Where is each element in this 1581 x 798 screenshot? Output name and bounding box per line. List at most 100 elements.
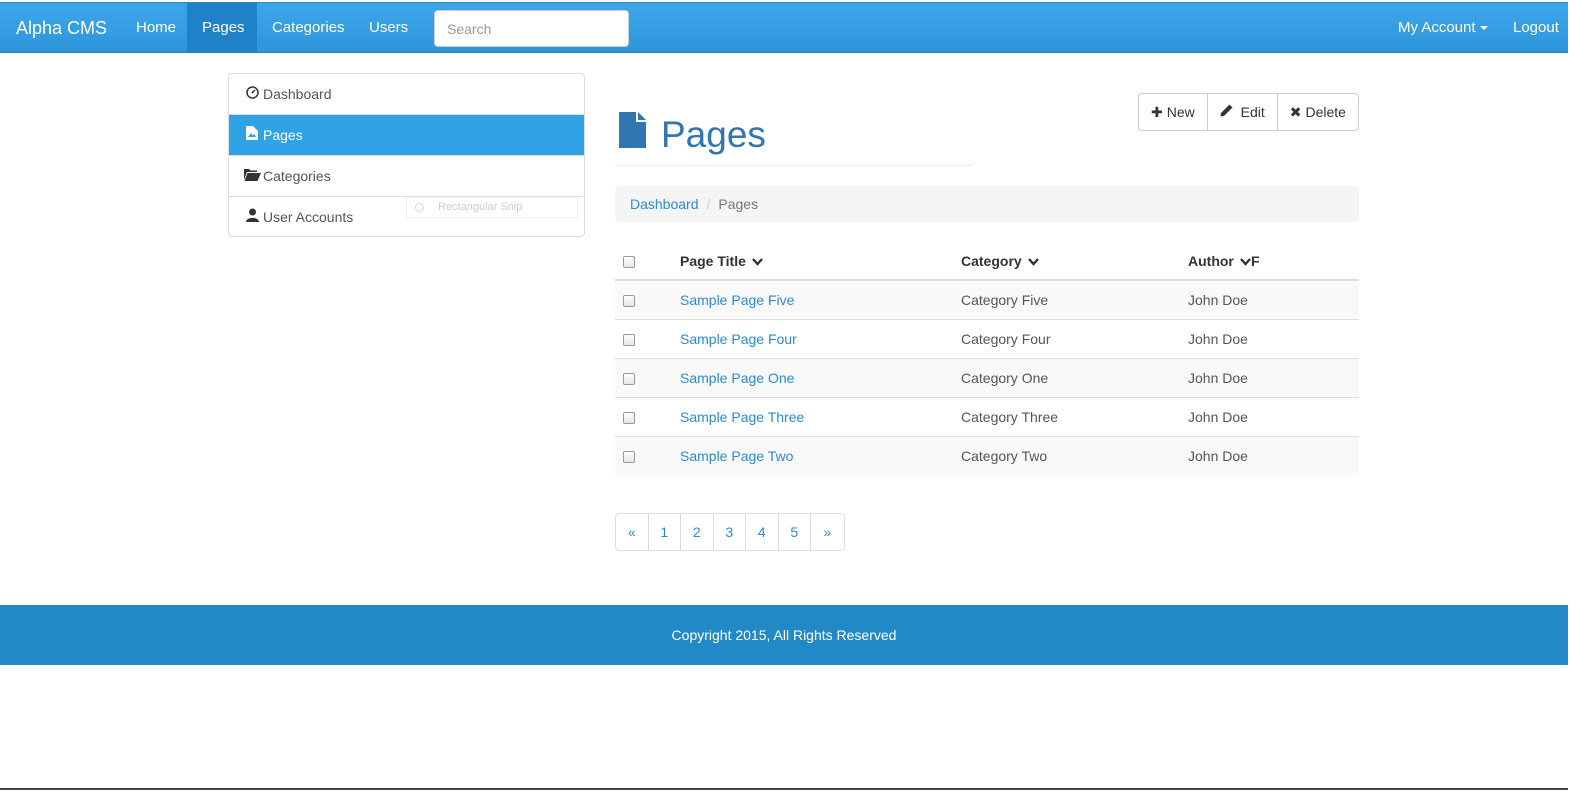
snip-overlay: Rectangular Snip (406, 197, 578, 218)
action-button-group: ✚ New Edit ✖ Delete (1138, 93, 1359, 131)
page-title-link[interactable]: Sample Page Two (680, 448, 793, 464)
row-checkbox[interactable] (623, 295, 635, 308)
row-check-cell (615, 279, 680, 319)
sidebar-item-label: Categories (263, 168, 331, 184)
breadcrumb-dashboard-link[interactable]: Dashboard (630, 196, 699, 212)
chevron-down-icon (1237, 257, 1251, 269)
row-check-cell (615, 435, 680, 475)
row-checkbox[interactable] (623, 333, 635, 346)
row-author-cell: John Doe (1188, 279, 1359, 319)
header-label: Author (1188, 252, 1234, 269)
row-title-cell: Sample Page One (680, 357, 961, 397)
folder-open-icon (244, 156, 261, 197)
select-all-checkbox[interactable] (623, 255, 635, 268)
table-row: Sample Page Four Category Four John Doe (615, 318, 1359, 358)
row-title-cell: Sample Page Three (680, 396, 961, 436)
row-category-cell: Category Three (961, 396, 1188, 436)
page-header: Pages (615, 100, 972, 166)
row-checkbox[interactable] (623, 411, 635, 424)
pagination: « 1 2 3 4 5 » (615, 513, 845, 551)
delete-button[interactable]: ✖ Delete (1277, 94, 1358, 130)
row-author-cell: John Doe (1188, 318, 1359, 358)
table-row: Sample Page Five Category Five John Doe (615, 279, 1359, 319)
snip-icon (415, 203, 424, 212)
sidebar-item-label: User Accounts (263, 209, 354, 225)
row-title-cell: Sample Page Four (680, 318, 961, 358)
row-check-cell (615, 357, 680, 397)
file-icon (619, 112, 646, 148)
search-input[interactable] (434, 10, 629, 47)
pagination-page-4[interactable]: 4 (746, 514, 779, 550)
sidebar-item-dashboard[interactable]: Dashboard (229, 74, 584, 115)
breadcrumb: Dashboard / Pages (615, 186, 1359, 222)
row-category-cell: Category Four (961, 318, 1188, 358)
nav-home[interactable]: Home (121, 3, 191, 53)
breadcrumb-separator: / (706, 196, 711, 212)
chevron-down-icon (1025, 257, 1039, 269)
pages-table: Page Title Category Author F Sample Page… (615, 242, 1359, 475)
pagination-page-1[interactable]: 1 (649, 514, 681, 550)
plus-icon: ✚ (1151, 104, 1163, 120)
header-author[interactable]: Author F (1188, 242, 1359, 281)
brand-logo[interactable]: Alpha CMS (16, 3, 107, 53)
my-account-label: My Account (1398, 19, 1476, 36)
new-button-label: New (1166, 104, 1195, 120)
user-icon (244, 197, 260, 238)
pagination-next[interactable]: » (811, 514, 844, 550)
sidebar-item-label: Pages (263, 127, 303, 143)
new-button[interactable]: ✚ New (1139, 94, 1208, 130)
snip-label: Rectangular Snip (438, 201, 523, 213)
row-author-cell: John Doe (1188, 435, 1359, 475)
pagination-page-5[interactable]: 5 (779, 514, 811, 550)
row-title-cell: Sample Page Five (680, 279, 961, 319)
row-author-cell: John Doe (1188, 396, 1359, 436)
table-row: Sample Page Three Category Three John Do… (615, 396, 1359, 436)
page-title-link[interactable]: Sample Page Five (680, 292, 794, 308)
page-title-link[interactable]: Sample Page One (680, 370, 794, 386)
select-all-cell (615, 242, 680, 281)
header-label: Page Title (680, 252, 746, 269)
my-account-dropdown[interactable]: My Account (1383, 3, 1503, 53)
logout-link[interactable]: Logout (1498, 3, 1574, 53)
table-row: Sample Page One Category One John Doe (615, 357, 1359, 397)
pencil-icon (1220, 104, 1237, 120)
nav-categories[interactable]: Categories (257, 3, 360, 53)
row-category-cell: Category Five (961, 279, 1188, 319)
pagination-page-3[interactable]: 3 (714, 514, 746, 550)
page-title-link[interactable]: Sample Page Four (680, 331, 797, 347)
close-icon: ✖ (1289, 104, 1302, 120)
sidebar-item-categories[interactable]: Categories (229, 156, 584, 197)
row-category-cell: Category One (961, 357, 1188, 397)
row-checkbox[interactable] (623, 372, 635, 385)
nav-users[interactable]: Users (354, 3, 423, 53)
top-navbar: Alpha CMS Home Pages Categories Users My… (0, 2, 1568, 53)
header-page-title[interactable]: Page Title (680, 242, 961, 281)
breadcrumb-current: Pages (718, 196, 759, 212)
table-row: Sample Page Two Category Two John Doe (615, 435, 1359, 475)
sidebar-item-pages[interactable]: Pages (229, 115, 584, 156)
header-category[interactable]: Category (961, 242, 1188, 281)
delete-button-label: Delete (1305, 104, 1346, 120)
edit-button[interactable]: Edit (1207, 94, 1278, 130)
right-margin (1568, 0, 1581, 798)
row-category-cell: Category Two (961, 435, 1188, 475)
page-title: Pages (661, 114, 766, 155)
row-author-cell: John Doe (1188, 357, 1359, 397)
caret-down-icon (1479, 26, 1488, 31)
header-label: Category (961, 252, 1022, 269)
page-title-link[interactable]: Sample Page Three (680, 409, 804, 425)
edit-button-label: Edit (1240, 104, 1265, 120)
table-header-row: Page Title Category Author F (615, 242, 1359, 281)
footer: Copyright 2015, All Rights Reserved (0, 605, 1568, 665)
row-checkbox[interactable] (623, 451, 635, 464)
pagination-prev[interactable]: « (616, 514, 649, 550)
pagination-page-2[interactable]: 2 (681, 514, 714, 550)
row-check-cell (615, 396, 680, 436)
chevron-down-icon (749, 257, 763, 269)
dashboard-icon (244, 74, 260, 115)
page-icon (244, 115, 260, 156)
window-bottom-edge (0, 788, 1568, 790)
nav-pages[interactable]: Pages (187, 3, 257, 53)
row-check-cell (615, 318, 680, 358)
row-title-cell: Sample Page Two (680, 435, 961, 475)
